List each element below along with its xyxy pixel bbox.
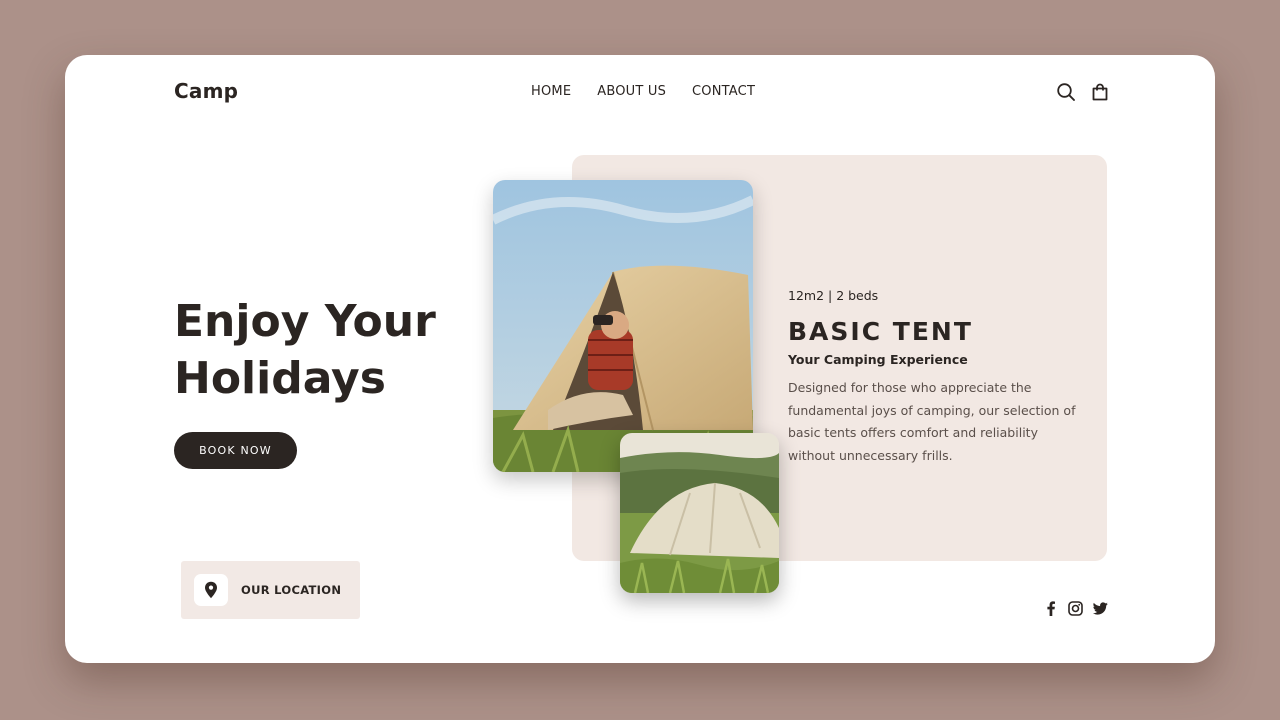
nav-contact[interactable]: CONTACT	[692, 84, 755, 99]
book-now-button[interactable]: BOOK NOW	[174, 432, 297, 469]
twitter-icon[interactable]	[1092, 600, 1109, 617]
location-icon-box	[194, 574, 228, 606]
hero-title: Enjoy Your Holidays	[174, 293, 474, 407]
search-icon[interactable]	[1055, 81, 1077, 103]
product-description: Designed for those who appreciate the fu…	[788, 380, 1076, 463]
header-actions	[1055, 81, 1111, 103]
nav-home[interactable]: HOME	[531, 84, 571, 99]
product-title: BASIC TENT	[788, 317, 973, 346]
brand-logo[interactable]: Camp	[174, 79, 238, 103]
landing-card: Camp HOME ABOUT US CONTACT Enjoy Your Ho…	[65, 55, 1215, 663]
nav-about-us[interactable]: ABOUT US	[597, 84, 666, 99]
hero-title-line1: Enjoy Your	[174, 296, 436, 347]
product-info: 12m2 | 2 beds BASIC TENT Your Camping Ex…	[788, 288, 1078, 467]
product-specs: 12m2 | 2 beds	[788, 288, 879, 303]
product-subtitle: Your Camping Experience	[788, 352, 968, 367]
social-links	[1042, 600, 1109, 617]
tent-photo-meadow	[620, 433, 779, 593]
shopping-bag-icon[interactable]	[1089, 81, 1111, 103]
hero-title-line2: Holidays	[174, 353, 386, 404]
tent-photo-binoculars	[493, 180, 753, 472]
our-location-button[interactable]: OUR LOCATION	[181, 561, 360, 619]
instagram-icon[interactable]	[1067, 600, 1084, 617]
main-nav: HOME ABOUT US CONTACT	[531, 84, 755, 99]
map-pin-icon	[205, 581, 217, 599]
location-label: OUR LOCATION	[241, 583, 342, 597]
facebook-icon[interactable]	[1042, 600, 1059, 617]
